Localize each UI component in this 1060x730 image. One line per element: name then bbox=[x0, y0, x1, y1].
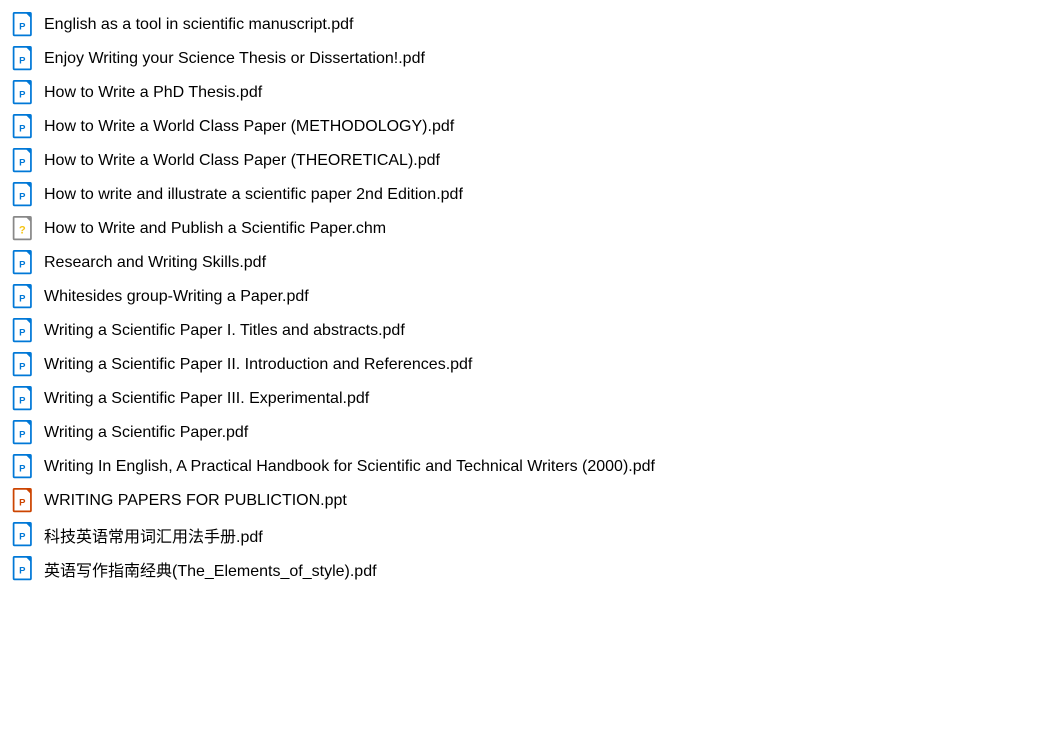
file-icon: P bbox=[10, 45, 38, 73]
list-item[interactable]: P 科技英语常用词汇用法手册.pdf bbox=[0, 518, 1060, 552]
svg-text:P: P bbox=[19, 361, 26, 372]
file-name: WRITING PAPERS FOR PUBLICTION.ppt bbox=[44, 492, 347, 510]
file-name: How to write and illustrate a scientific… bbox=[44, 186, 463, 204]
svg-text:P: P bbox=[19, 21, 26, 32]
list-item[interactable]: P How to Write a PhD Thesis.pdf bbox=[0, 76, 1060, 110]
file-icon: P bbox=[10, 419, 38, 447]
list-item[interactable]: P Writing a Scientific Paper II. Introdu… bbox=[0, 348, 1060, 382]
file-name: Enjoy Writing your Science Thesis or Dis… bbox=[44, 50, 425, 68]
file-icon: P bbox=[10, 249, 38, 277]
list-item[interactable]: P Research and Writing Skills.pdf bbox=[0, 246, 1060, 280]
list-item[interactable]: P How to Write a World Class Paper (THEO… bbox=[0, 144, 1060, 178]
list-item[interactable]: P Whitesides group-Writing a Paper.pdf bbox=[0, 280, 1060, 314]
list-item[interactable]: ? How to Write and Publish a Scientific … bbox=[0, 212, 1060, 246]
file-name: How to Write a World Class Paper (METHOD… bbox=[44, 118, 454, 136]
svg-text:P: P bbox=[19, 497, 26, 508]
svg-text:P: P bbox=[19, 395, 26, 406]
list-item[interactable]: P How to Write a World Class Paper (METH… bbox=[0, 110, 1060, 144]
svg-text:P: P bbox=[19, 293, 26, 304]
list-item[interactable]: P Enjoy Writing your Science Thesis or D… bbox=[0, 42, 1060, 76]
file-name: Whitesides group-Writing a Paper.pdf bbox=[44, 288, 309, 306]
file-icon: P bbox=[10, 147, 38, 175]
file-icon: P bbox=[10, 487, 38, 515]
svg-text:?: ? bbox=[19, 224, 26, 236]
file-name: How to Write a World Class Paper (THEORE… bbox=[44, 152, 440, 170]
list-item[interactable]: P Writing a Scientific Paper III. Experi… bbox=[0, 382, 1060, 416]
list-item[interactable]: P Writing a Scientific Paper.pdf bbox=[0, 416, 1060, 450]
file-name: Writing a Scientific Paper II. Introduct… bbox=[44, 356, 472, 374]
file-name: Writing a Scientific Paper III. Experime… bbox=[44, 390, 369, 408]
file-icon: P bbox=[10, 317, 38, 345]
list-item[interactable]: P Writing a Scientific Paper I. Titles a… bbox=[0, 314, 1060, 348]
svg-text:P: P bbox=[19, 259, 26, 270]
file-name: Research and Writing Skills.pdf bbox=[44, 254, 266, 272]
svg-text:P: P bbox=[19, 463, 26, 474]
file-icon: P bbox=[10, 283, 38, 311]
svg-text:P: P bbox=[19, 531, 26, 542]
file-name: Writing a Scientific Paper.pdf bbox=[44, 424, 248, 442]
file-icon: ? bbox=[10, 215, 38, 243]
file-icon: P bbox=[10, 79, 38, 107]
list-item[interactable]: P 英语写作指南经典(The_Elements_of_style).pdf bbox=[0, 552, 1060, 586]
file-icon: P bbox=[10, 113, 38, 141]
file-icon: P bbox=[10, 521, 38, 549]
list-item[interactable]: P Writing In English, A Practical Handbo… bbox=[0, 450, 1060, 484]
svg-text:P: P bbox=[19, 429, 26, 440]
file-name: 科技英语常用词汇用法手册.pdf bbox=[44, 523, 263, 547]
file-icon: P bbox=[10, 453, 38, 481]
file-icon: P bbox=[10, 385, 38, 413]
file-list: P English as a tool in scientific manusc… bbox=[0, 8, 1060, 586]
svg-text:P: P bbox=[19, 327, 26, 338]
svg-text:P: P bbox=[19, 89, 26, 100]
file-name: How to Write and Publish a Scientific Pa… bbox=[44, 220, 386, 238]
svg-text:P: P bbox=[19, 123, 26, 134]
file-icon: P bbox=[10, 555, 38, 583]
file-name: Writing a Scientific Paper I. Titles and… bbox=[44, 322, 405, 340]
svg-text:P: P bbox=[19, 191, 26, 202]
list-item[interactable]: P How to write and illustrate a scientif… bbox=[0, 178, 1060, 212]
list-item[interactable]: P WRITING PAPERS FOR PUBLICTION.ppt bbox=[0, 484, 1060, 518]
file-name: 英语写作指南经典(The_Elements_of_style).pdf bbox=[44, 557, 377, 581]
file-name: Writing In English, A Practical Handbook… bbox=[44, 458, 655, 476]
list-item[interactable]: P English as a tool in scientific manusc… bbox=[0, 8, 1060, 42]
file-icon: P bbox=[10, 181, 38, 209]
file-icon: P bbox=[10, 11, 38, 39]
file-name: English as a tool in scientific manuscri… bbox=[44, 16, 353, 34]
svg-text:P: P bbox=[19, 55, 26, 66]
file-name: How to Write a PhD Thesis.pdf bbox=[44, 84, 262, 102]
svg-text:P: P bbox=[19, 157, 26, 168]
file-icon: P bbox=[10, 351, 38, 379]
svg-text:P: P bbox=[19, 565, 26, 576]
